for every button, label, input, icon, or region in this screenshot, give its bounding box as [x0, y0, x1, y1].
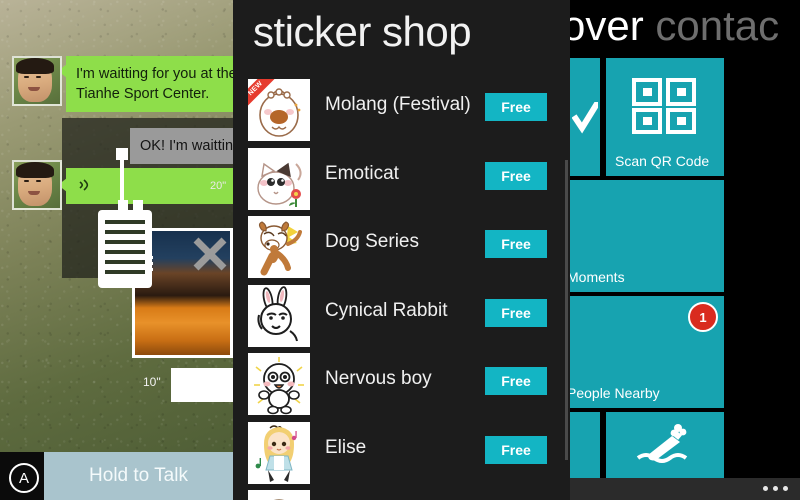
page-title: sticker shop — [253, 8, 472, 55]
avatar[interactable] — [12, 160, 62, 210]
sticker-list: NEW Molang (Festival) Free Emoticat Free… — [233, 76, 570, 500]
list-item[interactable]: NEW Molang (Festival) Free — [233, 76, 570, 145]
voice-duration-label: 10" — [143, 375, 161, 389]
page-title: over contac — [570, 2, 779, 50]
chat-pane: I'm waitting for you at the Tianhe Sport… — [0, 0, 233, 500]
sticker-thumbnail[interactable] — [248, 147, 310, 210]
sticker-price-button[interactable]: Free — [485, 93, 547, 121]
sticker-shop-panel: sticker shop NEW Molang (Festival) Free … — [233, 0, 570, 500]
sticker-thumbnail[interactable] — [248, 216, 310, 278]
list-item[interactable]: Emoticat Free — [233, 145, 570, 214]
sticker-price-button[interactable]: Free — [485, 435, 547, 464]
list-item[interactable]: Cynical Rabbit Free — [233, 282, 570, 351]
sticker-name: Elise — [325, 436, 367, 458]
sticker-thumbnail[interactable] — [248, 353, 310, 415]
list-item[interactable]: Elise Free — [233, 419, 570, 488]
tile-people-nearby[interactable]: 1 People Nearby — [570, 296, 724, 408]
page-title-secondary: contac — [655, 2, 780, 49]
walkie-talkie-icon — [88, 148, 160, 288]
sticker-price-button[interactable]: Free — [485, 367, 547, 395]
tile-partial-left-top[interactable] — [570, 58, 600, 176]
tile-scan-qr-code[interactable]: Scan QR Code — [606, 58, 724, 176]
list-item[interactable]: Dog Series Free — [233, 213, 570, 282]
list-item[interactable] — [233, 487, 570, 500]
sticker-thumbnail[interactable] — [248, 490, 310, 500]
tile-label: Scan QR Code — [615, 153, 710, 169]
start-tiles-pane: over contac Scan QR Code Moments 1 Peopl… — [570, 0, 800, 500]
tile-label: Moments — [570, 269, 625, 285]
sticker-thumbnail[interactable] — [248, 421, 310, 484]
sticker-name: Emoticat — [325, 162, 399, 184]
app-bar — [570, 478, 800, 500]
sticker-thumbnail[interactable] — [248, 284, 310, 347]
chat-message-text: I'm waitting for you at the Tianhe Sport… — [76, 66, 233, 102]
sticker-price-button[interactable]: Free — [485, 298, 547, 327]
avatar[interactable] — [12, 56, 62, 106]
sticker-name: Nervous boy — [325, 368, 432, 389]
sticker-name: Molang (Festival) — [325, 94, 471, 115]
hold-to-talk-button[interactable]: Hold to Talk — [44, 452, 233, 500]
more-icon[interactable] — [763, 486, 788, 491]
sticker-thumbnail[interactable]: NEW — [248, 79, 310, 141]
sticker-price-button[interactable]: Free — [485, 161, 547, 190]
qr-code-icon — [632, 78, 696, 134]
list-item[interactable]: Nervous boy Free — [233, 350, 570, 419]
sticker-name: Cynical Rabbit — [325, 299, 448, 321]
status-badge: 1 — [688, 302, 718, 332]
tile-moments[interactable]: Moments — [570, 180, 724, 292]
sticker-price-button[interactable]: Free — [485, 230, 547, 258]
check-icon — [571, 100, 600, 136]
mode-badge[interactable]: A — [9, 463, 39, 493]
scrollbar[interactable] — [565, 160, 568, 460]
screen: I'm waitting for you at the Tianhe Sport… — [0, 0, 800, 500]
chat-bubble-incoming[interactable]: I'm waitting for you at the Tianhe Sport… — [58, 56, 233, 112]
drift-bottle-icon — [636, 422, 694, 470]
input-mode-corner: A — [0, 452, 44, 500]
tile-label: People Nearby — [570, 385, 660, 401]
close-icon[interactable] — [188, 232, 232, 276]
voice-duration-label: 20" — [210, 180, 227, 192]
page-title-primary: over — [570, 2, 644, 49]
talk-bar: A Hold to Talk — [0, 452, 233, 500]
voice-bubble-outgoing[interactable] — [171, 368, 233, 402]
sticker-name: Dog Series — [325, 231, 419, 252]
